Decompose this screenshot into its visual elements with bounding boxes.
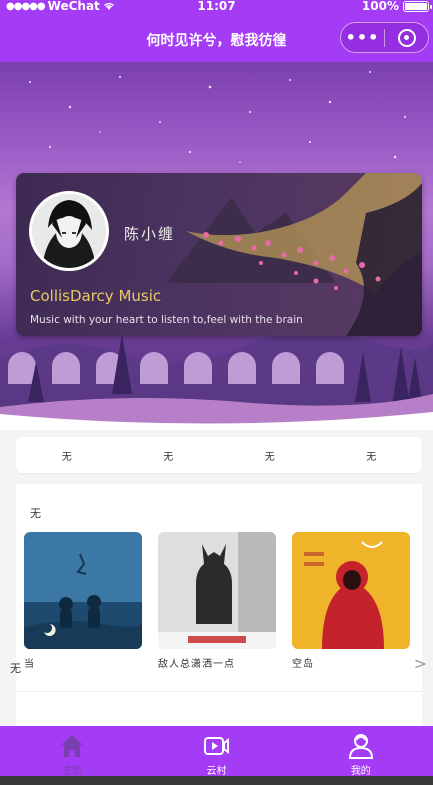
avatar[interactable] xyxy=(29,191,109,271)
main-content: 无 无 无 无 无 当 敌人总潇洒一点 空岛 无 > xyxy=(0,430,433,726)
battery-group: 100% xyxy=(361,0,432,13)
album-card[interactable]: 空岛 xyxy=(292,532,410,670)
section-title: 无 xyxy=(30,507,41,520)
tab-bar: 主页 云村 我的 xyxy=(0,726,433,777)
top-bar: ●●●●● WeChat 11:07 100% 何时见许兮，慰我彷徨 ••• xyxy=(0,0,433,62)
quick-tabs: 无 无 无 无 xyxy=(16,437,422,473)
album-cover[interactable] xyxy=(24,532,142,649)
tab-mine[interactable]: 我的 xyxy=(289,726,433,777)
album-section: 无 当 敌人总潇洒一点 空岛 xyxy=(16,484,422,726)
avatar-image xyxy=(32,194,106,268)
album-card[interactable]: 当 xyxy=(24,532,142,670)
quick-tab-4[interactable]: 无 xyxy=(341,448,401,463)
album-cover-art-3 xyxy=(292,532,410,649)
album-cover-art-2 xyxy=(158,532,276,649)
album-cover[interactable] xyxy=(158,532,276,649)
close-mini-program-button[interactable] xyxy=(385,28,428,47)
album-name: 敌人总潇洒一点 xyxy=(158,659,235,670)
section-2-title: 无 xyxy=(10,662,21,675)
quick-tab-2[interactable]: 无 xyxy=(138,448,198,463)
status-bar: ●●●●● WeChat 11:07 100% xyxy=(0,0,433,14)
tab-home-label: 主页 xyxy=(62,766,83,777)
battery-percent: 100% xyxy=(361,0,399,13)
profile-card[interactable]: 陈小缠 CollisDarcy Music Music with your he… xyxy=(16,173,422,336)
album-card[interactable]: 敌人总潇洒一点 xyxy=(158,532,276,670)
album-cover-art-1 xyxy=(24,532,142,649)
username: 陈小缠 xyxy=(124,225,176,243)
hero-banner: 陈小缠 CollisDarcy Music Music with your he… xyxy=(0,62,433,430)
tab-cloud-village-label: 云村 xyxy=(206,766,227,777)
brand-name: CollisDarcy Music xyxy=(30,287,162,305)
video-icon xyxy=(202,732,230,760)
target-icon xyxy=(397,28,416,47)
album-cover[interactable] xyxy=(292,532,410,649)
menu-capsule: ••• xyxy=(340,22,429,53)
quick-tab-1[interactable]: 无 xyxy=(37,448,97,463)
home-icon xyxy=(58,732,86,760)
tab-mine-label: 我的 xyxy=(350,766,371,777)
section-divider xyxy=(16,691,422,692)
tab-cloud-village[interactable]: 云村 xyxy=(144,726,288,777)
album-name: 空岛 xyxy=(292,659,314,670)
bottom-edge xyxy=(0,776,433,785)
tagline: Music with your heart to listen to,feel … xyxy=(30,314,303,326)
tab-home[interactable]: 主页 xyxy=(0,726,144,777)
more-dots-icon[interactable]: ••• xyxy=(341,28,384,47)
quick-tab-3[interactable]: 无 xyxy=(240,448,300,463)
user-icon xyxy=(347,732,375,760)
album-name: 当 xyxy=(24,659,35,670)
chevron-right-icon[interactable]: > xyxy=(414,654,427,673)
battery-icon xyxy=(403,0,432,12)
